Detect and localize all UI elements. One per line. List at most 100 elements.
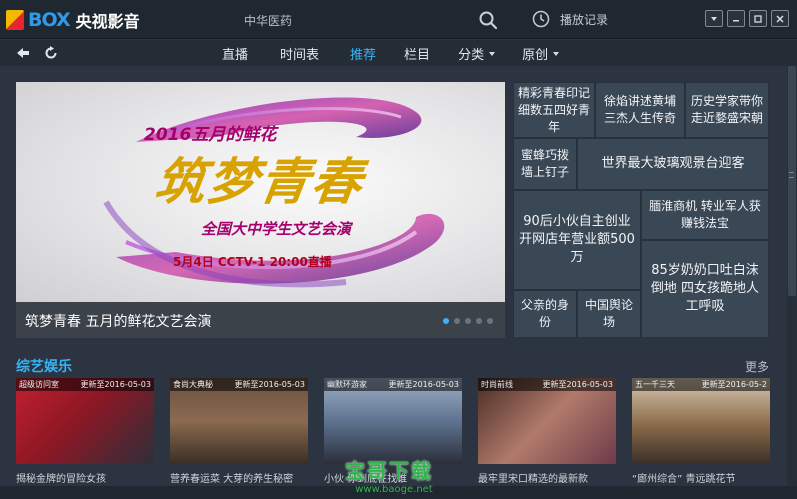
video-thumbnail[interactable]: 食尚大典秘 更新至2016-05-03 xyxy=(170,378,308,464)
watermark: 宝哥下载 www.baoge.net xyxy=(345,455,433,495)
tab-original[interactable]: 原创 xyxy=(522,44,560,63)
nav-bar: 直播 时间表 推荐 栏目 分类 原创 xyxy=(0,40,797,66)
grid-item-text: 世界最大玻璃观景台迎客 xyxy=(601,156,745,171)
grid-item-text: 父亲的身份 xyxy=(520,298,569,329)
hero-image: 2016五月的鲜花 筑梦青春 全国大中学生文艺会演 5月4日 CCTV-1 20… xyxy=(16,82,505,304)
thumbnail-title[interactable]: 揭秘金牌的冒险女孩 xyxy=(16,470,154,485)
hero-caption-bar: 筑梦青春 五月的鲜花文艺会演 xyxy=(16,302,505,338)
carousel-dot[interactable] xyxy=(476,318,482,324)
grid-item[interactable]: 蜜蜂巧拨墙上钉子 xyxy=(513,138,577,190)
close-button[interactable] xyxy=(771,10,789,27)
back-arrow-icon[interactable] xyxy=(15,45,31,61)
thumbnail-tag: 超级访问室 xyxy=(19,380,59,389)
history-label: 播放记录 xyxy=(560,12,609,27)
grid-item-text: 85岁奶奶口吐白沫倒地 四女孩跪地人工呼吸 xyxy=(650,263,760,314)
grid-item-text: 精彩青春印记细数五四好青年 xyxy=(517,85,590,134)
tab-schedule-label: 时间表 xyxy=(280,48,320,63)
more-link[interactable]: 更多 xyxy=(745,358,769,375)
video-thumbnail[interactable]: 五一千三天 更新至2016-05-2 xyxy=(632,378,770,464)
maximize-icon xyxy=(754,14,762,23)
grid-item-text: 徐焰讲述黄埔三杰人生传奇 xyxy=(603,94,676,125)
hero-title: 筑梦青春 xyxy=(151,153,368,211)
grid-item[interactable]: 精彩青春印记细数五四好青年 xyxy=(513,82,595,138)
history-button[interactable]: 播放记录 xyxy=(532,10,608,28)
refresh-icon[interactable] xyxy=(43,45,59,61)
carousel-dots xyxy=(443,318,493,324)
grid-item[interactable]: 徐焰讲述黄埔三杰人生传奇 xyxy=(595,82,685,138)
thumbnail-tag: 幽默环游家 xyxy=(327,380,367,389)
title-bar: BOX 央视影音 中华医药 播放记录 xyxy=(0,0,797,39)
carousel-dot[interactable] xyxy=(443,318,449,324)
thumbnail-tag: 时尚前线 xyxy=(481,380,513,389)
scrollbar-grip-icon xyxy=(789,172,794,178)
window-controls xyxy=(705,10,789,27)
grid-item[interactable]: 父亲的身份 xyxy=(513,290,577,338)
grid-item-text: 历史学家带你走近婺盛宋朝 xyxy=(690,94,763,125)
grid-item[interactable]: 世界最大玻璃观景台迎客 xyxy=(577,138,769,190)
maximize-button[interactable] xyxy=(749,10,767,27)
thumbnail-header: 超级访问室 更新至2016-05-03 xyxy=(16,378,154,391)
logo-text: BOX xyxy=(28,9,71,31)
grid-item[interactable]: 腼淮商机 转业军人获赚钱法宝 xyxy=(641,190,769,240)
chevron-down-icon xyxy=(711,16,717,21)
tab-live-label: 直播 xyxy=(222,48,249,63)
search-box[interactable]: 中华医药 xyxy=(232,8,506,33)
hero-subtitle: 全国大中学生文艺会演 xyxy=(201,220,352,238)
carousel-dot[interactable] xyxy=(454,318,460,324)
thumbnail-updated: 更新至2016-05-03 xyxy=(542,380,614,389)
grid-item-text: 腼淮商机 转业军人获赚钱法宝 xyxy=(649,199,761,230)
thumbnail-header: 时尚前线 更新至2016-05-03 xyxy=(478,378,616,391)
watermark-cn: 宝哥下载 xyxy=(345,459,433,483)
thumbnail-tag: 食尚大典秘 xyxy=(173,380,213,389)
grid-item[interactable]: 85岁奶奶口吐白沫倒地 四女孩跪地人工呼吸 xyxy=(641,240,769,338)
search-icon[interactable] xyxy=(478,10,498,30)
thumbnail-header: 食尚大典秘 更新至2016-05-03 xyxy=(170,378,308,391)
tab-columns[interactable]: 栏目 xyxy=(404,44,430,63)
thumbnail-updated: 更新至2016-05-03 xyxy=(388,380,460,389)
tab-recommend-label: 推荐 xyxy=(350,48,377,63)
menu-dropdown-button[interactable] xyxy=(705,10,723,27)
grid-item-text: 蜜蜂巧拨墙上钉子 xyxy=(520,148,569,179)
logo-cn-text: 央视影音 xyxy=(75,12,140,31)
thumbnail-updated: 更新至2016-05-03 xyxy=(80,380,152,389)
thumbnail-title[interactable]: 最牢里宋口精选的最新款 xyxy=(478,470,616,485)
scrollbar[interactable] xyxy=(787,66,797,486)
thumbnail-title[interactable]: 营养春运菜 大芽的养生秘密 xyxy=(170,470,308,485)
hero-banner[interactable]: 2016五月的鲜花 筑梦青春 全国大中学生文艺会演 5月4日 CCTV-1 20… xyxy=(16,82,505,338)
caret-down-icon xyxy=(489,51,496,56)
thumbnail-updated: 更新至2016-05-2 xyxy=(701,380,767,389)
close-icon xyxy=(776,14,784,23)
app-logo: BOX 央视影音 xyxy=(6,8,140,32)
thumbnail-title[interactable]: “廊州综合” 青远跳花节 xyxy=(632,470,770,485)
minimize-button[interactable] xyxy=(727,10,745,27)
headline-grid: 精彩青春印记细数五四好青年 徐焰讲述黄埔三杰人生传奇 历史学家带你走近婺盛宋朝 … xyxy=(513,82,769,338)
grid-item[interactable]: 历史学家带你走近婺盛宋朝 xyxy=(685,82,769,138)
search-input[interactable]: 中华医药 xyxy=(244,12,292,29)
caret-down-icon xyxy=(553,51,560,56)
grid-item[interactable]: 90后小伙自主创业 开网店年营业额500万 xyxy=(513,190,641,290)
grid-item-text: 中国舆论场 xyxy=(584,298,633,329)
tab-recommend[interactable]: 推荐 xyxy=(350,44,376,63)
hero-caption: 筑梦青春 五月的鲜花文艺会演 xyxy=(25,314,212,330)
tab-category-label: 分类 xyxy=(458,48,485,63)
grid-item-text: 90后小伙自主创业 开网店年营业额500万 xyxy=(519,214,635,265)
nav-tabs: 直播 时间表 推荐 栏目 分类 原创 xyxy=(222,44,560,63)
tab-schedule[interactable]: 时间表 xyxy=(280,44,319,63)
thumbnail-tag: 五一千三天 xyxy=(635,380,675,389)
tab-category[interactable]: 分类 xyxy=(458,44,496,63)
section-title[interactable]: 综艺娱乐 xyxy=(16,356,72,376)
thumbnail-header: 幽默环游家 更新至2016-05-03 xyxy=(324,378,462,391)
watermark-url: www.baoge.net xyxy=(355,484,433,495)
tab-live[interactable]: 直播 xyxy=(222,44,248,63)
grid-item[interactable]: 中国舆论场 xyxy=(577,290,641,338)
video-thumbnail[interactable]: 时尚前线 更新至2016-05-03 xyxy=(478,378,616,464)
thumbnail-updated: 更新至2016-05-03 xyxy=(234,380,306,389)
carousel-dot[interactable] xyxy=(487,318,493,324)
video-thumbnail[interactable]: 超级访问室 更新至2016-05-03 xyxy=(16,378,154,464)
minimize-icon xyxy=(733,19,739,21)
tab-columns-label: 栏目 xyxy=(404,48,431,63)
scrollbar-thumb[interactable] xyxy=(788,66,796,296)
clock-icon xyxy=(532,10,550,28)
video-thumbnail[interactable]: 幽默环游家 更新至2016-05-03 xyxy=(324,378,462,464)
carousel-dot[interactable] xyxy=(465,318,471,324)
